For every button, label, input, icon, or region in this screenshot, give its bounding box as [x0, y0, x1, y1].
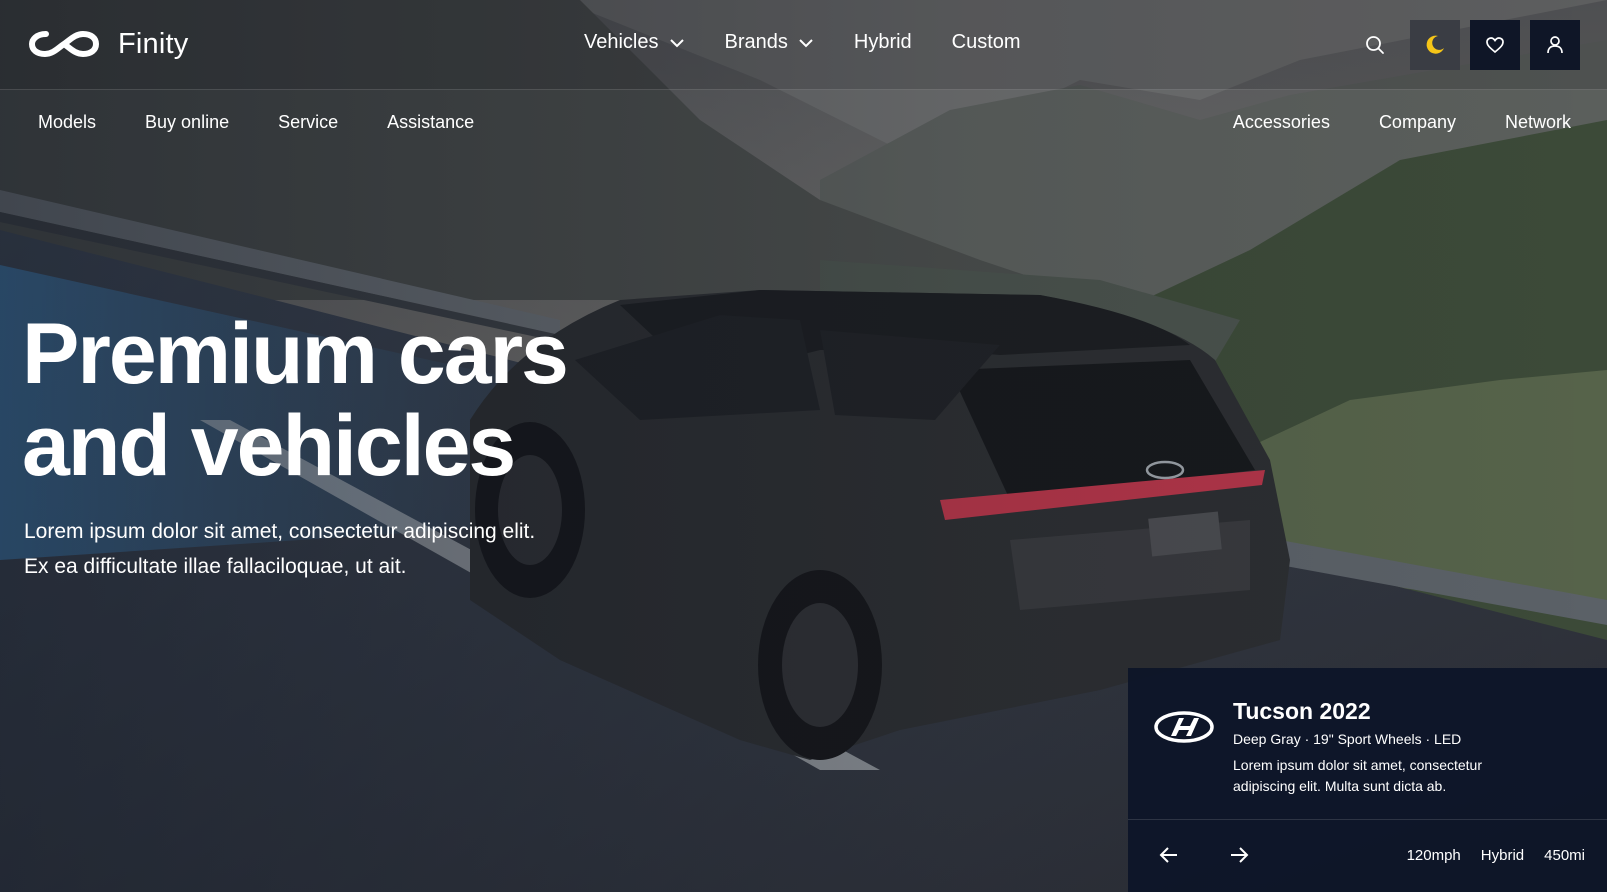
- hero-title: Premium cars and vehicles: [22, 306, 569, 494]
- search-button[interactable]: [1350, 20, 1400, 70]
- subnav-accessories[interactable]: Accessories: [1233, 112, 1330, 133]
- subnav-assistance[interactable]: Assistance: [387, 112, 474, 133]
- subnav-buy-online[interactable]: Buy online: [145, 112, 229, 133]
- hyundai-logo-icon: [1154, 711, 1214, 743]
- top-navigation-bar: Finity Vehicles Brands Hybrid Custom: [0, 0, 1607, 90]
- model-stats: 120mph Hybrid 450mi: [1387, 847, 1585, 864]
- brand-logo[interactable]: Finity: [28, 26, 189, 62]
- hero-subtitle-line-1: Lorem ipsum dolor sit amet, consectetur …: [24, 520, 536, 543]
- main-navigation: Vehicles Brands Hybrid Custom: [584, 31, 1061, 54]
- wishlist-button[interactable]: [1470, 20, 1520, 70]
- chevron-down-icon: [799, 38, 813, 47]
- next-model-button[interactable]: [1224, 840, 1254, 870]
- secondary-nav-right: Accessories Company Network: [1184, 112, 1571, 133]
- subnav-company[interactable]: Company: [1379, 112, 1456, 133]
- hero-title-line-2: and vehicles: [22, 398, 516, 494]
- nav-vehicles-label: Vehicles: [584, 31, 659, 53]
- chevron-down-icon: [669, 38, 684, 47]
- nav-custom-label: Custom: [951, 31, 1021, 53]
- nav-brands[interactable]: Brands: [725, 31, 814, 54]
- stat-powertrain: Hybrid: [1480, 847, 1525, 864]
- model-title: Tucson 2022: [1233, 698, 1371, 724]
- theme-toggle-button[interactable]: [1410, 20, 1460, 70]
- moon-icon: [1426, 35, 1444, 54]
- subnav-network[interactable]: Network: [1505, 112, 1571, 133]
- hero-subtitle-line-2: Ex ea difficultate illae fallaciloquae, …: [24, 555, 407, 578]
- account-button[interactable]: [1530, 20, 1580, 70]
- arrow-right-icon: [1231, 847, 1249, 863]
- secondary-navigation: Models Buy online Service Assistance Acc…: [0, 90, 1607, 156]
- infinity-logo-icon: [28, 30, 100, 58]
- previous-model-button[interactable]: [1154, 840, 1184, 870]
- brand-name: Finity: [118, 27, 189, 60]
- secondary-nav-left: Models Buy online Service Assistance: [38, 112, 523, 133]
- user-icon: [1547, 36, 1563, 54]
- model-spec: Deep Gray · 19" Sport Wheels · LED: [1233, 731, 1462, 747]
- stat-top-speed: 120mph: [1406, 847, 1461, 864]
- heart-icon: [1486, 37, 1504, 54]
- nav-brands-label: Brands: [724, 31, 788, 53]
- header-tools: [1340, 20, 1580, 70]
- subnav-models[interactable]: Models: [38, 112, 96, 133]
- nav-custom[interactable]: Custom: [952, 31, 1021, 54]
- hero-subtitle: Lorem ipsum dolor sit amet, consectetur …: [24, 514, 535, 584]
- model-card-footer: 120mph Hybrid 450mi: [1128, 820, 1607, 892]
- nav-hybrid-label: Hybrid: [853, 31, 912, 53]
- stat-range: 450mi: [1544, 847, 1585, 864]
- nav-hybrid[interactable]: Hybrid: [854, 31, 912, 54]
- nav-vehicles[interactable]: Vehicles: [584, 31, 685, 54]
- model-card-details: Tucson 2022 Deep Gray · 19" Sport Wheels…: [1128, 668, 1607, 820]
- subnav-service[interactable]: Service: [278, 112, 338, 133]
- hero-title-line-1: Premium cars: [22, 306, 569, 402]
- featured-model-card: Tucson 2022 Deep Gray · 19" Sport Wheels…: [1128, 668, 1607, 892]
- arrow-left-icon: [1159, 847, 1177, 863]
- model-description: Lorem ipsum dolor sit amet, consectetur …: [1233, 757, 1482, 794]
- search-icon: [1366, 36, 1384, 54]
